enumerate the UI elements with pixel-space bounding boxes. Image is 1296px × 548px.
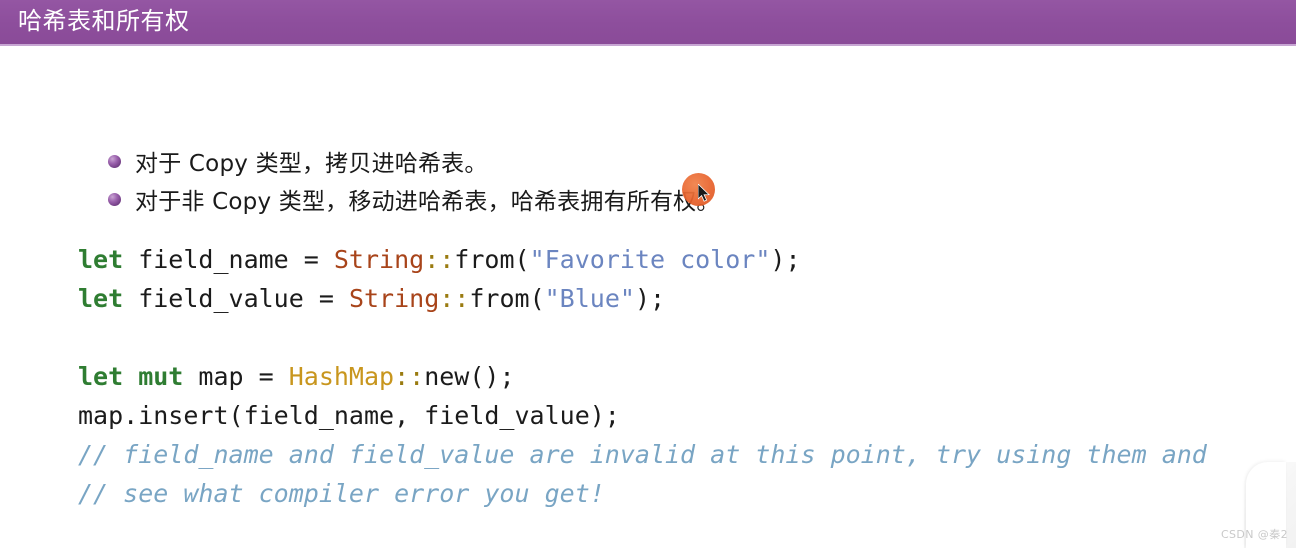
code-line: // see what compiler error you get! <box>78 474 1207 513</box>
bullet-item-label: 对于 Copy 类型，拷贝进哈希表。 <box>135 151 488 177</box>
code-token-keyword: let <box>78 284 124 313</box>
bullet-item-label: 对于非 Copy 类型，移动进哈希表，哈希表拥有所有权。 <box>135 189 720 215</box>
mouse-pointer-icon <box>698 184 710 202</box>
slide-title-bar: 哈希表和所有权 <box>0 0 1296 46</box>
bullet-item-1: 对于 Copy 类型，拷贝进哈希表。 <box>108 142 720 180</box>
page-title: 哈希表和所有权 <box>18 8 190 35</box>
bullet-item-2: 对于非 Copy 类型，移动进哈希表，哈希表拥有所有权。 <box>108 180 720 218</box>
code-token-type2: HashMap <box>288 362 395 391</box>
code-block: let field_name = String::from("Favorite … <box>78 240 1207 513</box>
code-token-string: "Blue" <box>544 284 635 313</box>
watermark-label: CSDN @秦2 <box>1220 528 1288 541</box>
code-token-separator: :: <box>439 284 470 313</box>
code-token-comment: // field_name and field_value are invali… <box>78 440 1207 469</box>
code-token-separator: :: <box>424 245 455 274</box>
code-token-plain: map.insert(field_name, field_value); <box>78 401 620 430</box>
code-token-keyword: let mut <box>78 362 184 391</box>
code-token-plain: field_name = <box>123 245 334 274</box>
bullet-sphere-icon <box>108 154 121 168</box>
code-token-plain: new(); <box>424 362 515 391</box>
code-token-plain: ); <box>634 284 666 313</box>
code-token-plain: map = <box>183 362 289 391</box>
code-line: map.insert(field_name, field_value); <box>78 396 1207 435</box>
code-token-plain: from( <box>469 284 545 313</box>
code-line: let field_name = String::from("Favorite … <box>78 240 1207 279</box>
code-line: let field_value = String::from("Blue"); <box>78 279 1207 318</box>
code-token-plain: field_value = <box>123 284 349 313</box>
code-line: // field_name and field_value are invali… <box>78 435 1207 474</box>
code-token-plain: ); <box>770 245 801 274</box>
code-token-comment: // see what compiler error you get! <box>78 479 605 508</box>
slide-content-area: 对于 Copy 类型，拷贝进哈希表。对于非 Copy 类型，移动进哈希表，哈希表… <box>0 46 1296 548</box>
code-token-string: "Favorite color" <box>529 245 771 274</box>
code-token-type: String <box>333 245 425 274</box>
code-token-plain: from( <box>454 245 530 274</box>
code-line: let mut map = HashMap::new(); <box>78 357 1207 396</box>
bullet-sphere-icon <box>108 192 121 206</box>
code-token-keyword: let <box>78 245 124 274</box>
bullet-list: 对于 Copy 类型，拷贝进哈希表。对于非 Copy 类型，移动进哈希表，哈希表… <box>108 142 720 218</box>
code-token-type: String <box>348 284 440 313</box>
code-token-separator: :: <box>394 362 425 391</box>
